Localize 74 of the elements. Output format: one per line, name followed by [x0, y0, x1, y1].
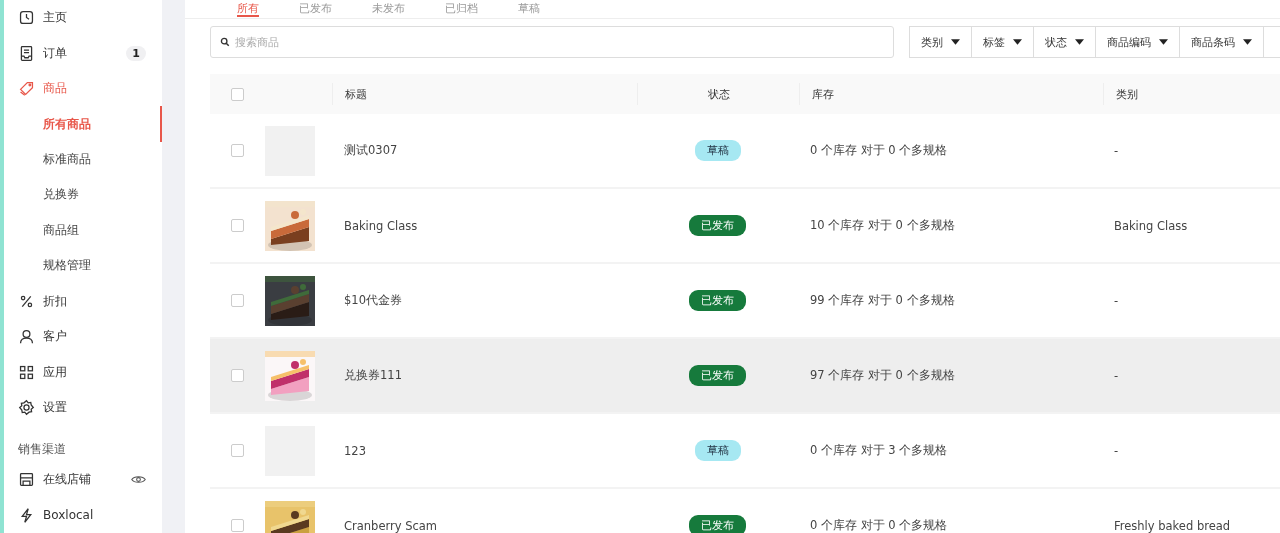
- table-cell: -: [1114, 293, 1119, 308]
- filter-dropdown[interactable]: [1263, 26, 1280, 58]
- caret-icon: [1013, 39, 1022, 45]
- grid-icon: [18, 363, 35, 381]
- sidebar-item[interactable]: Boxlocal: [4, 497, 162, 533]
- column-header: 标题: [345, 86, 367, 102]
- column-header: 类别: [1116, 86, 1138, 102]
- table-cell: -: [1114, 443, 1119, 458]
- section-heading: 销售渠道: [17, 441, 67, 459]
- search-field[interactable]: 搜索商品: [210, 26, 894, 58]
- sidebar-item[interactable]: 客户: [4, 318, 162, 355]
- filter-dropdown[interactable]: 商品编码: [1095, 26, 1179, 58]
- product-title[interactable]: 测试0307: [344, 143, 398, 157]
- table-cell: 10 个库存 对于 0 个多规格: [810, 218, 955, 232]
- status-badge: 草稿: [694, 140, 741, 161]
- product-title[interactable]: Cranberry Scam: [344, 518, 438, 533]
- table-row[interactable]: 兑换券111 已发布 97 个库存 对于 0 个多规格 -: [210, 339, 1280, 414]
- search-icon: [220, 37, 230, 47]
- table-cell: Baking Class: [1114, 218, 1188, 233]
- product-title[interactable]: 123: [344, 443, 366, 458]
- select-all-checkbox[interactable]: [231, 87, 244, 101]
- tab[interactable]: 所有: [237, 0, 259, 17]
- row-checkbox[interactable]: [231, 519, 244, 532]
- status-badge: 已发布: [689, 365, 746, 386]
- status-badge: 已发布: [689, 215, 746, 236]
- table-cell: 0 个库存 对于 3 个多规格: [810, 443, 948, 457]
- row-checkbox[interactable]: [231, 369, 244, 382]
- filter-dropdown[interactable]: 商品条码: [1179, 26, 1263, 58]
- table-cell: 0 个库存 对于 0 个多规格: [810, 518, 948, 532]
- store-icon: [18, 471, 35, 489]
- count-badge: 1: [126, 45, 146, 61]
- filter-dropdown[interactable]: 状态: [1033, 26, 1095, 58]
- table-cell: -: [1114, 143, 1119, 158]
- table-cell: 97 个库存 对于 0 个多规格: [810, 368, 955, 382]
- sidebar-subitem[interactable]: 商品组: [4, 212, 162, 249]
- row-checkbox[interactable]: [231, 144, 244, 157]
- caret-icon: [1159, 39, 1168, 45]
- status-badge: 已发布: [689, 290, 746, 311]
- order-icon: [18, 44, 35, 62]
- row-checkbox[interactable]: [231, 444, 244, 457]
- sidebar-subitem[interactable]: 标准商品: [4, 141, 162, 178]
- filter-dropdown[interactable]: 类别: [909, 26, 971, 58]
- sidebar-item[interactable]: 折扣: [4, 283, 162, 319]
- sidebar-item[interactable]: 在线店铺: [4, 462, 162, 498]
- caret-icon: [951, 39, 960, 45]
- sidebar-item[interactable]: 订单 1: [4, 35, 162, 71]
- table-cell: 99 个库存 对于 0 个多规格: [810, 293, 955, 307]
- status-badge: 已发布: [689, 515, 746, 533]
- sidebar-subitem[interactable]: 兑换券: [4, 177, 162, 213]
- sidebar-item[interactable]: 商品: [4, 70, 162, 107]
- column-header: 状态: [707, 86, 730, 102]
- product-title[interactable]: Baking Class: [344, 218, 418, 233]
- sidebar-subitem[interactable]: 所有商品: [4, 106, 162, 142]
- tag-icon: [18, 80, 35, 98]
- sidebar-item[interactable]: 应用: [4, 354, 162, 390]
- column-header: 库存: [812, 86, 834, 102]
- bolt-icon: [18, 506, 35, 524]
- table-cell: 0 个库存 对于 0 个多规格: [810, 143, 948, 157]
- table-cell: Freshly baked bread: [1114, 518, 1231, 533]
- row-checkbox[interactable]: [231, 219, 244, 232]
- gear-icon: [18, 399, 35, 417]
- product-title[interactable]: $10代金券: [344, 293, 402, 307]
- filter-dropdown[interactable]: 标签: [971, 26, 1033, 58]
- caret-icon: [1075, 39, 1084, 45]
- status-badge: 草稿: [694, 440, 741, 461]
- product-title[interactable]: 兑换券111: [344, 368, 402, 382]
- table-cell: -: [1114, 368, 1119, 383]
- row-checkbox[interactable]: [231, 294, 244, 307]
- caret-icon: [1243, 39, 1252, 45]
- sidebar-item[interactable]: 主页: [4, 0, 162, 36]
- sidebar-subitem[interactable]: 规格管理: [4, 248, 162, 284]
- user-icon: [18, 328, 35, 346]
- eye-icon[interactable]: [131, 474, 146, 486]
- sidebar-item[interactable]: 设置: [4, 389, 162, 426]
